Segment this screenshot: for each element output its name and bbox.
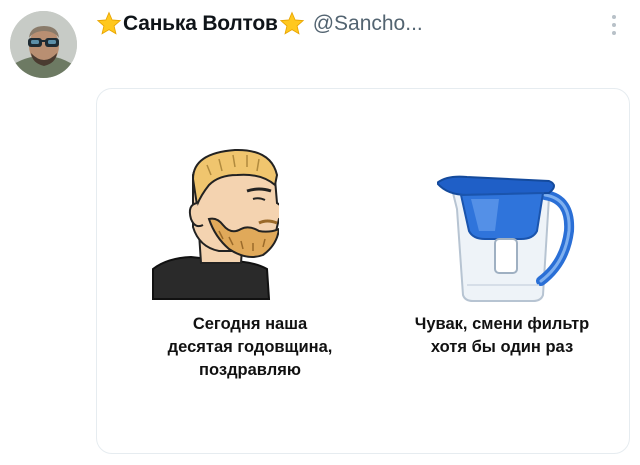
right-caption: Чувак, смени фильтр хотя бы один раз xyxy=(387,313,617,359)
author-handle[interactable]: @Sancho... xyxy=(313,12,423,36)
water-pitcher-drawing xyxy=(437,175,575,302)
more-dot xyxy=(612,23,616,27)
caption-line: хотя бы один раз xyxy=(430,338,574,356)
caption-line: десятая годовщина, xyxy=(167,338,333,356)
left-caption: Сегодня наша десятая годовщина, поздравл… xyxy=(135,313,365,382)
star-icon xyxy=(279,11,304,35)
author-name[interactable]: Санька Волтов xyxy=(123,12,278,36)
caption-line: Сегодня наша xyxy=(192,315,308,333)
more-dot xyxy=(612,31,616,35)
chad-face-drawing xyxy=(152,148,279,300)
more-vertical-icon[interactable] xyxy=(606,12,622,38)
caption-line: Чувак, смени фильтр xyxy=(414,315,590,333)
tweet-media[interactable]: Сегодня наша десятая годовщина, поздравл… xyxy=(96,88,630,454)
avatar-photo xyxy=(10,11,77,78)
tweet-header: Санька Волтов @Sancho... xyxy=(96,10,423,38)
star-icon xyxy=(96,11,122,35)
caption-line: поздравляю xyxy=(199,361,301,379)
more-dot xyxy=(612,15,616,19)
avatar[interactable] xyxy=(10,11,77,78)
